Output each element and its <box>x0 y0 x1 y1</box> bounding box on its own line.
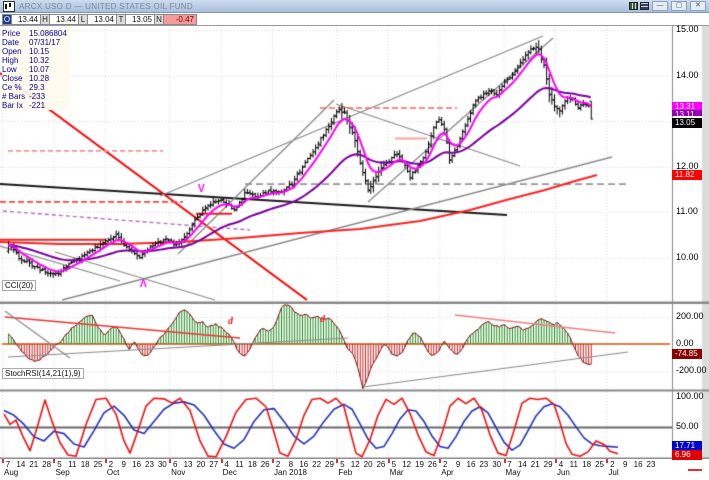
chart-value: 29.3 <box>29 83 70 92</box>
time-axis-month-label: Jul <box>608 468 618 477</box>
axis-tick-label: 0.00 <box>676 339 694 348</box>
chart-value-row: Low10.07 <box>2 65 70 74</box>
axis-tick-label: 100.00 <box>676 392 704 401</box>
month-boundary-tick <box>606 459 608 463</box>
titlebar-tool-icon-2[interactable] <box>640 2 649 10</box>
quote-value: 13.05 <box>125 14 155 25</box>
axis-tick-label: 15.00 <box>676 25 699 34</box>
chart-value-label: Ce % <box>2 83 29 92</box>
chart-value: -221 <box>29 101 70 110</box>
chart-value-label: # Bars <box>2 92 29 101</box>
chart-value: 07/31/17 <box>29 38 70 47</box>
quote-value: 13.44 <box>11 14 41 25</box>
chart-value: 10.32 <box>29 56 70 65</box>
axis-value-box-clipped: 13.11 <box>672 110 702 116</box>
axis-tick-label: 50.00 <box>676 422 699 431</box>
chart-value-row: Close10.28 <box>2 74 70 83</box>
time-axis-month-label: Nov <box>171 468 185 477</box>
chart-value-row: # Bars-233 <box>2 92 70 101</box>
chart-value-row: Open10.15 <box>2 47 70 56</box>
chart-value-row: Bar Ix-221 <box>2 101 70 110</box>
axis-value-box: 6.96 <box>672 450 702 460</box>
month-boundary-tick <box>2 459 4 463</box>
chart-value-label: High <box>2 56 29 65</box>
chart-value: 15.086804 <box>29 29 70 38</box>
axis-tick-label: -200.00 <box>676 366 707 375</box>
chart-value: -233 <box>29 92 70 101</box>
time-axis-month-label: Apr <box>441 468 453 477</box>
quote-value: 13.04 <box>87 14 117 25</box>
axis-tick-label: 14.00 <box>676 71 699 80</box>
month-boundary-tick <box>504 459 506 463</box>
month-boundary-tick <box>272 459 274 463</box>
axis-value-box: 13.05 <box>672 118 702 128</box>
quote-value: 13.44 <box>49 14 79 25</box>
price-axis[interactable]: 15.0014.0012.0011.0010.0013.3113.1113.05… <box>672 26 709 459</box>
window-titlebar[interactable]: ARCX USO D — UNITED STATES OIL FUND — ▢ … <box>0 0 709 13</box>
chart-value-label: Bar Ix <box>2 101 29 110</box>
month-boundary-tick <box>169 459 171 463</box>
axis-tick-label: 11.00 <box>676 207 698 216</box>
month-boundary-tick <box>439 459 441 463</box>
chart-window: ARCX USO D — UNITED STATES OIL FUND — ▢ … <box>0 0 709 480</box>
axis-tick-label: 200.00 <box>676 312 704 321</box>
window-title: ARCX USO D — UNITED STATES OIL FUND <box>19 2 627 11</box>
stochrsi-panel-label: StochRSI(14,21(1),9) <box>2 368 84 379</box>
axis-value-box: -74.85 <box>672 349 702 359</box>
chart-value-row: Date07/31/17 <box>2 38 70 47</box>
chart-value-label: Low <box>2 65 29 74</box>
time-axis-month-label: Sep <box>55 468 69 477</box>
close-button[interactable]: ✕ <box>690 1 706 11</box>
time-axis-month-label: May <box>506 468 521 477</box>
time-axis-month-label: Aug <box>4 468 18 477</box>
time-axis-tick: 23 <box>643 460 659 469</box>
time-axis-month-label: Dec <box>223 468 237 477</box>
titlebar-tool-icon-1[interactable] <box>629 2 638 10</box>
month-boundary-tick <box>555 459 557 463</box>
axis-value-box: 11.82 <box>672 170 702 180</box>
time-axis-month-label: Jan 2018 <box>274 468 307 477</box>
axis-tick-label: 10.00 <box>676 253 699 262</box>
chart-value: 10.28 <box>29 74 70 83</box>
candlestick-chart-icon <box>3 1 15 12</box>
time-axis-month-label: Mar <box>390 468 404 477</box>
chart-value: 10.07 <box>29 65 70 74</box>
axis-marker <box>688 469 702 471</box>
month-boundary-tick <box>336 459 338 463</box>
quote-bar: O13.44H13.44L13.04T13.05N-0.47 <box>0 13 709 26</box>
chart-value-label: Date <box>2 38 29 47</box>
time-axis-month-label: Oct <box>107 468 119 477</box>
time-axis[interactable]: 7Aug1421285Sep1118252Oct91623306Nov13202… <box>0 459 709 480</box>
time-axis-month-label: Feb <box>338 468 352 477</box>
chart-value-row: High10.32 <box>2 56 70 65</box>
minimize-button[interactable]: — <box>652 1 668 11</box>
month-boundary-tick <box>388 459 390 463</box>
quote-value: -0.47 <box>163 14 197 25</box>
cci-panel-label: CCI(20) <box>2 280 36 291</box>
chart-value-label: Open <box>2 47 29 56</box>
month-boundary-tick <box>105 459 107 463</box>
month-boundary-tick <box>221 459 223 463</box>
chart-value-row: Ce %29.3 <box>2 83 70 92</box>
maximize-button[interactable]: ▢ <box>671 1 687 11</box>
chart-surface[interactable] <box>0 26 709 459</box>
month-boundary-tick <box>53 459 55 463</box>
chart-value-label: Price <box>2 29 29 38</box>
chart-value-row: Price15.086804 <box>2 29 70 38</box>
axis-value-box: 13.11 <box>672 110 702 116</box>
chart-value-label: Close <box>2 74 29 83</box>
chart-value: 10.15 <box>29 47 70 56</box>
time-axis-month-label: Jun <box>557 468 570 477</box>
chart-values-panel: Price15.086804Date07/31/17Open10.15High1… <box>2 29 70 110</box>
